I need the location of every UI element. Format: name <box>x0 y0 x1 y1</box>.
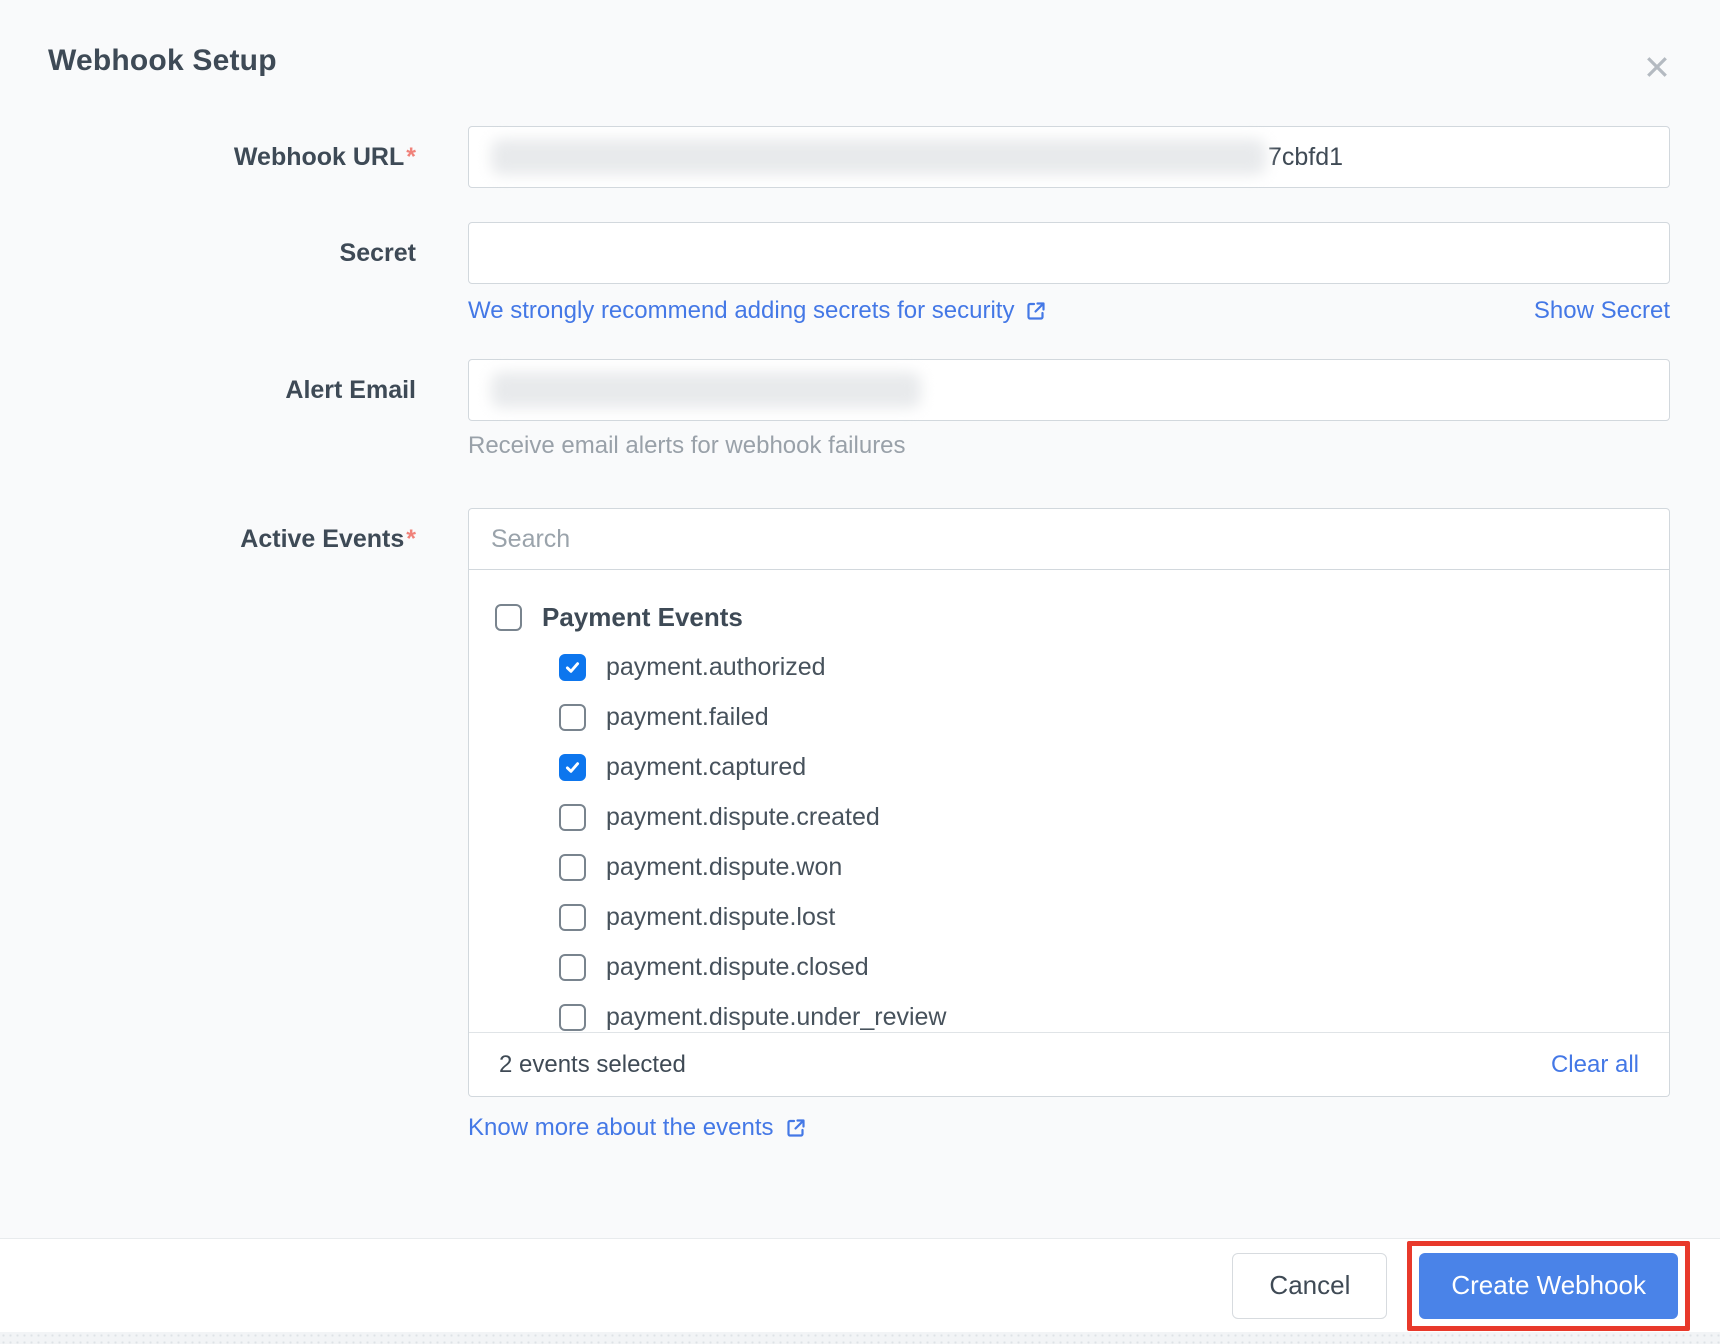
active-events-label: Active Events* <box>0 508 468 570</box>
events-search-input[interactable] <box>468 508 1670 570</box>
event-group-row: Payment Events <box>495 592 1643 642</box>
required-asterisk: * <box>406 143 416 171</box>
clear-all-link[interactable]: Clear all <box>1551 1051 1639 1079</box>
event-checkbox[interactable] <box>559 1004 586 1031</box>
event-checkbox[interactable] <box>559 804 586 831</box>
know-more-link[interactable]: Know more about the events <box>468 1114 808 1142</box>
event-checkbox[interactable] <box>559 704 586 731</box>
page-background-edge <box>0 1332 1720 1344</box>
modal-content: Webhook Setup Webhook URL* 7cbfd1 <box>0 0 1720 1238</box>
modal-header: Webhook Setup <box>0 0 1720 86</box>
annotation-highlight: Create Webhook <box>1407 1241 1690 1331</box>
url-visible-suffix: 7cbfd1 <box>1268 143 1343 172</box>
webhook-form: Webhook URL* 7cbfd1 Secret <box>0 126 1720 1142</box>
webhook-setup-modal: Webhook Setup Webhook URL* 7cbfd1 <box>0 0 1720 1344</box>
event-group-label: Payment Events <box>542 602 743 633</box>
secret-recommend-link[interactable]: We strongly recommend adding secrets for… <box>468 297 1048 325</box>
event-checkbox[interactable] <box>559 854 586 881</box>
webhook-url-label: Webhook URL* <box>0 126 468 188</box>
event-row: payment.captured <box>495 742 1643 792</box>
group-checkbox[interactable] <box>495 604 522 631</box>
event-row: payment.dispute.lost <box>495 892 1643 942</box>
events-footer: 2 events selected Clear all <box>469 1032 1669 1096</box>
alert-email-helper: Receive email alerts for webhook failure… <box>468 432 1670 460</box>
events-panel: Payment Events payment.authorized <box>468 570 1670 1097</box>
event-row: payment.dispute.won <box>495 842 1643 892</box>
show-secret-link[interactable]: Show Secret <box>1534 297 1670 325</box>
events-selected-count: 2 events selected <box>499 1051 686 1079</box>
webhook-url-row: Webhook URL* 7cbfd1 <box>0 126 1720 188</box>
required-asterisk: * <box>406 525 416 553</box>
event-checkbox[interactable] <box>559 654 586 681</box>
create-webhook-button[interactable]: Create Webhook <box>1419 1253 1678 1319</box>
alert-email-row: Alert Email Receive email alerts for web… <box>0 359 1720 460</box>
event-row: payment.authorized <box>495 642 1643 692</box>
modal-footer: Cancel Create Webhook <box>0 1238 1720 1332</box>
active-events-row: Active Events* Payment Events <box>0 508 1720 1142</box>
events-list: Payment Events payment.authorized <box>469 570 1669 1032</box>
webhook-url-input[interactable]: 7cbfd1 <box>468 126 1670 188</box>
external-link-icon <box>1024 299 1048 323</box>
page-title: Webhook Setup <box>48 44 277 78</box>
event-row: payment.dispute.created <box>495 792 1643 842</box>
secret-input[interactable] <box>468 222 1670 284</box>
event-row: payment.dispute.closed <box>495 942 1643 992</box>
event-row-clipped: payment.dispute.under_review <box>495 992 1643 1032</box>
event-row: payment.failed <box>495 692 1643 742</box>
event-checkbox[interactable] <box>559 754 586 781</box>
secret-input-field[interactable] <box>491 239 1647 268</box>
event-checkbox[interactable] <box>559 904 586 931</box>
redacted-url-value <box>491 139 1266 175</box>
cancel-button[interactable]: Cancel <box>1232 1253 1387 1319</box>
event-checkbox[interactable] <box>559 954 586 981</box>
events-search-field[interactable] <box>491 525 1647 554</box>
alert-email-label: Alert Email <box>0 359 468 421</box>
secret-row: Secret We strongly recommend adding secr… <box>0 222 1720 325</box>
close-icon <box>1642 70 1672 85</box>
alert-email-input[interactable] <box>468 359 1670 421</box>
external-link-icon <box>784 1116 808 1140</box>
redacted-email-value <box>491 372 921 408</box>
secret-label: Secret <box>0 222 468 284</box>
close-button[interactable] <box>1638 48 1676 86</box>
